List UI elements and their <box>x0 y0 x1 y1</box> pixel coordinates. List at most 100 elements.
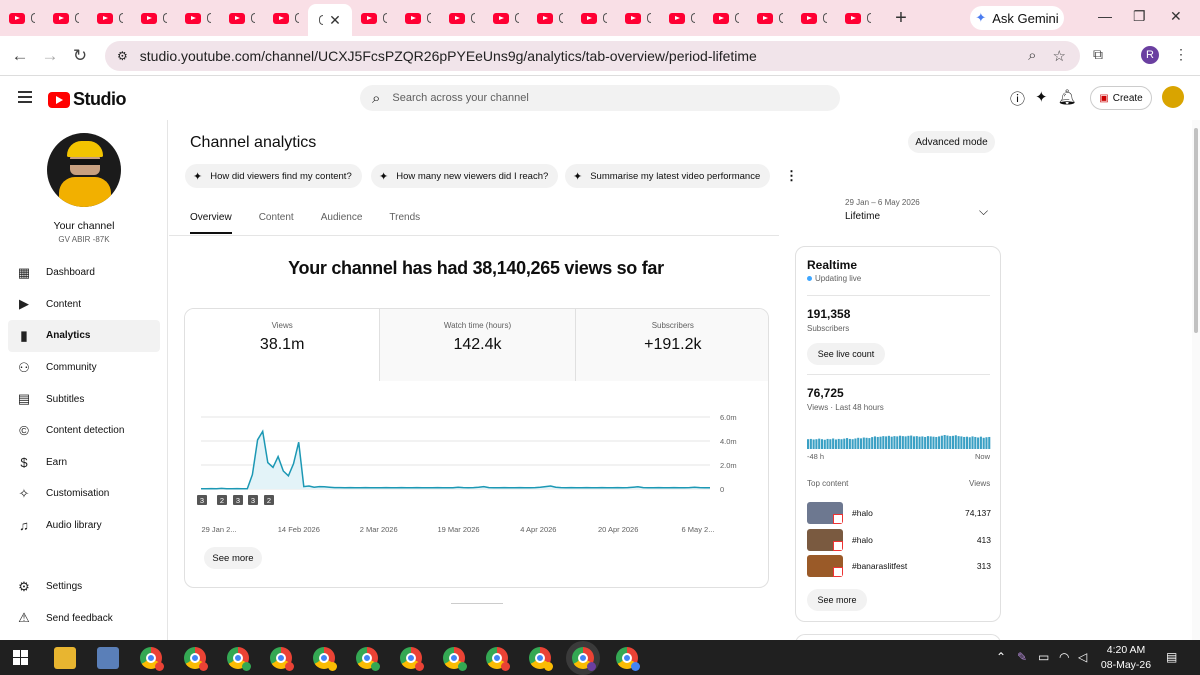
volume-icon[interactable]: ◁ <box>1078 650 1087 664</box>
browser-tab[interactable] <box>616 4 660 32</box>
windows-start-icon[interactable] <box>13 650 28 665</box>
sidebar-item-earn[interactable]: $ Earn <box>8 447 160 479</box>
more-options-icon[interactable]: ⋮ <box>785 168 798 184</box>
site-settings-icon[interactable]: ⚙ <box>117 49 128 63</box>
chrome-icon[interactable] <box>270 647 294 671</box>
realtime-see-more-button[interactable]: See more <box>807 589 867 611</box>
notifications-bell-icon[interactable]: 🔔︎ <box>1058 88 1077 109</box>
account-avatar[interactable] <box>1162 86 1184 108</box>
browser-tab[interactable] <box>352 4 396 32</box>
sidebar-item-audio-library[interactable]: ♫ Audio library <box>8 510 160 542</box>
suggestion-chip-latest-video[interactable]: ✦ Summarise my latest video performance <box>565 164 771 188</box>
tab-content[interactable]: Content <box>259 212 294 234</box>
chrome-icon[interactable] <box>529 647 554 671</box>
sidebar-item-subtitles[interactable]: ▤ Subtitles <box>8 383 160 415</box>
suggestion-chip-new-viewers[interactable]: ✦ How many new viewers did I reach? <box>371 164 559 188</box>
chrome-icon[interactable] <box>615 647 640 671</box>
restore-icon[interactable]: ❐ <box>1133 8 1146 25</box>
bookmark-star-icon[interactable]: ☆ <box>1053 47 1066 65</box>
tray-chevron-icon[interactable]: ⌃ <box>996 650 1006 664</box>
chevron-down-icon[interactable]: ⌵ <box>979 204 988 219</box>
browser-tab[interactable] <box>0 4 44 32</box>
see-more-button[interactable]: See more <box>204 547 262 569</box>
sidebar-item-community[interactable]: ⚇ Community <box>8 352 160 384</box>
sidebar-item-send-feedback[interactable]: ⚠ Send feedback <box>8 603 160 635</box>
url-text[interactable]: studio.youtube.com/channel/UCXJ5FcsPZQR2… <box>140 48 757 64</box>
hamburger-menu-icon[interactable] <box>18 91 32 106</box>
channel-avatar[interactable] <box>47 133 121 207</box>
suggestion-chip-discovery[interactable]: ✦ How did viewers find my content? <box>185 164 362 188</box>
metric-subscribers[interactable]: Subscribers +191.2k <box>575 309 768 381</box>
tab-audience[interactable]: Audience <box>321 212 363 234</box>
browser-tab[interactable] <box>748 4 792 32</box>
close-window-icon[interactable]: ✕ <box>1170 8 1182 25</box>
browser-tab[interactable] <box>396 4 440 32</box>
chrome-icon[interactable] <box>313 647 338 671</box>
notification-center-icon[interactable]: ▤ <box>1166 650 1177 664</box>
browser-tab[interactable] <box>836 4 880 32</box>
wifi-icon[interactable]: ◠ <box>1059 650 1069 664</box>
chrome-icon[interactable] <box>356 647 381 671</box>
close-tab-icon[interactable]: ✕ <box>329 12 341 29</box>
zoom-icon[interactable]: ⌕ <box>1028 47 1036 65</box>
sidebar-item-analytics[interactable]: ▮ Analytics <box>8 320 160 352</box>
browser-profile-avatar[interactable]: R <box>1141 46 1159 64</box>
back-arrow-icon[interactable]: ← <box>5 46 35 66</box>
studio-logo[interactable]: Studio <box>48 89 127 110</box>
battery-icon[interactable]: ▭ <box>1038 650 1049 664</box>
browser-tab[interactable] <box>220 4 264 32</box>
metric-views[interactable]: Views 38.1m <box>185 309 381 381</box>
see-live-count-button[interactable]: See live count <box>807 343 885 365</box>
top-content-row[interactable]: #halo 413 <box>807 528 991 551</box>
channel-search-input[interactable]: ⌕ Search across your channel <box>360 85 840 111</box>
chrome-icon[interactable] <box>572 647 597 671</box>
browser-tab[interactable] <box>132 4 176 32</box>
metric-watch-time[interactable]: Watch time (hours) 142.4k <box>380 309 576 381</box>
browser-tab[interactable] <box>440 4 484 32</box>
gemini-spark-icon[interactable]: ✦ <box>1035 88 1048 109</box>
chrome-icon[interactable] <box>399 647 424 671</box>
scrollbar[interactable] <box>1192 120 1200 640</box>
sidebar-item-content[interactable]: ▶ Content <box>8 289 160 321</box>
browser-tab[interactable] <box>484 4 528 32</box>
pen-icon[interactable]: ✎ <box>1017 650 1027 664</box>
minimize-icon[interactable]: — <box>1098 8 1112 24</box>
new-tab-icon[interactable]: + <box>886 7 916 30</box>
top-content-row[interactable]: #banaraslitfest 313 <box>807 555 991 577</box>
sidebar-item-settings[interactable]: ⚙ Settings <box>8 571 160 603</box>
file-explorer-icon[interactable] <box>54 647 76 669</box>
browser-tab[interactable] <box>264 4 308 32</box>
help-icon[interactable]: ⓘ <box>1010 88 1025 109</box>
sidebar-item-customisation[interactable]: ✧ Customisation <box>8 478 160 510</box>
sidebar-item-content-detection[interactable]: © Content detection <box>8 415 160 447</box>
ask-gemini-button[interactable]: ✦ Ask Gemini <box>970 6 1064 30</box>
browser-tab[interactable]: ✕ <box>308 4 352 36</box>
chrome-icon[interactable] <box>226 647 251 671</box>
advanced-mode-button[interactable]: Advanced mode <box>908 131 995 153</box>
chrome-icon[interactable] <box>442 647 467 671</box>
chrome-icon[interactable] <box>183 647 208 671</box>
cast-icon[interactable]: ⧉ <box>1093 46 1103 63</box>
forward-arrow-icon[interactable]: → <box>35 46 65 66</box>
omnibox[interactable]: ⚙ studio.youtube.com/channel/UCXJ5FcsPZQ… <box>105 41 1080 71</box>
browser-tab[interactable] <box>88 4 132 32</box>
browser-tab[interactable] <box>704 4 748 32</box>
browser-tab[interactable] <box>44 4 88 32</box>
tab-overview[interactable]: Overview <box>190 212 232 234</box>
taskbar-clock[interactable]: 4:20 AM 08-May-26 <box>1098 643 1154 673</box>
create-button[interactable]: ▣ Create <box>1090 86 1152 110</box>
chrome-icon[interactable] <box>486 647 510 671</box>
sidebar-item-dashboard[interactable]: ▦ Dashboard <box>8 257 160 289</box>
period-selector[interactable]: 29 Jan – 6 May 2026 Lifetime <box>845 198 920 222</box>
browser-menu-icon[interactable]: ⋮ <box>1174 46 1188 63</box>
reload-icon[interactable]: ↻ <box>65 46 95 66</box>
chrome-icon[interactable] <box>140 647 165 671</box>
browser-tab[interactable] <box>572 4 616 32</box>
calculator-icon[interactable] <box>97 647 120 669</box>
browser-tab[interactable] <box>528 4 572 32</box>
tab-trends[interactable]: Trends <box>389 212 420 234</box>
browser-tab[interactable] <box>176 4 220 32</box>
browser-tab[interactable] <box>792 4 836 32</box>
browser-tab[interactable] <box>660 4 704 32</box>
top-content-row[interactable]: #halo 74,137 <box>807 502 991 524</box>
